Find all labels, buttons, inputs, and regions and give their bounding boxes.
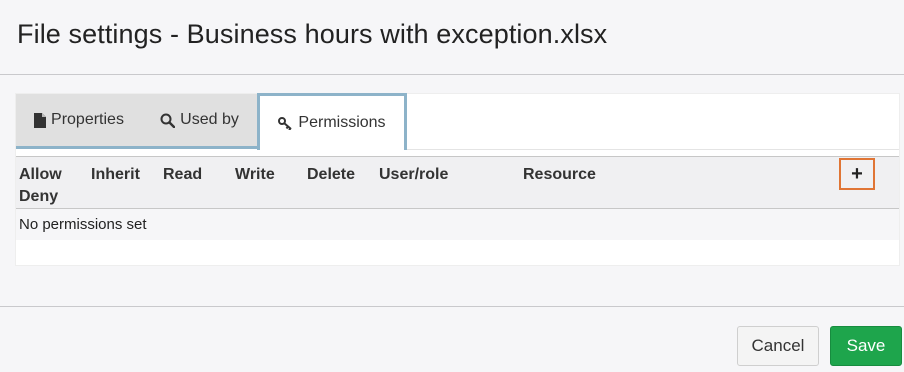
tab-used-by-label: Used by [180, 111, 239, 128]
key-icon [278, 116, 293, 130]
add-permission-button[interactable]: + [839, 158, 875, 190]
tab-used-by[interactable]: Used by [142, 94, 257, 149]
save-button[interactable]: Save [830, 326, 902, 366]
file-icon [34, 112, 47, 128]
search-icon [160, 113, 176, 128]
settings-panel: Properties Used by Permissions Allow Den… [16, 93, 899, 265]
dialog-title: File settings - Business hours with exce… [17, 19, 608, 49]
footer-divider [0, 306, 904, 307]
tab-properties[interactable]: Properties [16, 94, 142, 149]
column-inherit[interactable]: Inherit [91, 164, 140, 186]
tab-properties-label: Properties [51, 111, 124, 128]
plus-icon: + [851, 162, 863, 185]
tab-permissions-label: Permissions [298, 114, 386, 131]
column-read[interactable]: Read [163, 164, 202, 186]
column-allow-deny[interactable]: Allow Deny [19, 164, 62, 208]
tab-permissions[interactable]: Permissions [257, 93, 407, 150]
permissions-table-header: Allow Deny Inherit Read Write Delete Use… [16, 156, 899, 209]
column-user-role[interactable]: User/role [379, 164, 448, 186]
header-divider [0, 74, 904, 75]
empty-message: No permissions set [19, 216, 147, 233]
column-resource[interactable]: Resource [523, 164, 596, 186]
tabs-underline [407, 149, 899, 150]
column-delete[interactable]: Delete [307, 164, 355, 186]
empty-table-row: No permissions set [16, 209, 899, 240]
cancel-button[interactable]: Cancel [737, 326, 819, 366]
column-write[interactable]: Write [235, 164, 275, 186]
